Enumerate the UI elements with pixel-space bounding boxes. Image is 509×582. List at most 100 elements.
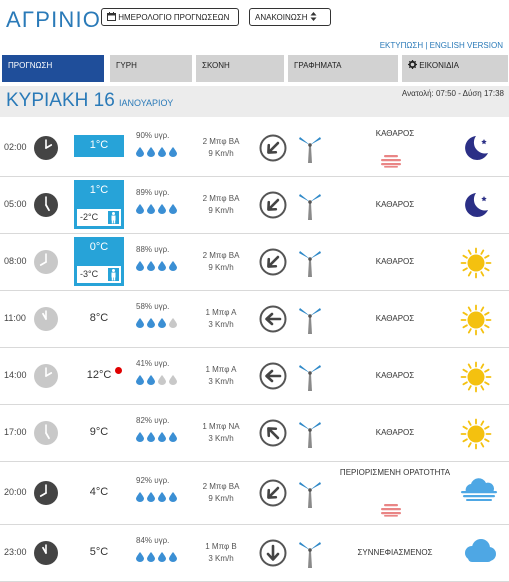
wind-beaufort: 2 Μπφ ΒΑ — [202, 194, 240, 203]
humidity-drops — [136, 372, 180, 390]
wind-direction-icon — [259, 305, 287, 338]
humidity-drops — [136, 315, 180, 333]
water-drop-icon — [136, 429, 144, 446]
water-drop-icon — [158, 201, 166, 218]
water-drop-icon — [136, 144, 144, 161]
wind-kmh: 3 Km/h — [208, 377, 234, 386]
water-drop-icon — [169, 429, 177, 446]
wind-kmh: 3 Km/h — [208, 320, 234, 329]
tab-forecast[interactable]: ΠΡΟΓΝΩΣΗ — [2, 55, 104, 82]
weather-condition: ΚΑΘΑΡΟΣ — [375, 314, 415, 323]
english-version-link[interactable]: ENGLISH VERSION — [430, 41, 503, 50]
clock-icon — [34, 421, 58, 450]
sun-icon — [460, 361, 492, 398]
tab-forecast-label: ΠΡΟΓΝΩΣΗ — [8, 61, 53, 70]
person-icon — [108, 268, 119, 281]
wind-info: 2 Μπφ ΒΑ 9 Km/h — [180, 193, 262, 217]
wind-direction-icon — [259, 479, 287, 512]
water-drop-icon — [169, 489, 177, 506]
forecast-row: 23:00 5°C 84% υγρ. 1 Μπφ Β 3 Km/h ΣΥΝΝΕΦΙΑΣΜΕ… — [0, 524, 509, 582]
weather-condition: ΚΑΘΑΡΟΣ — [375, 257, 415, 266]
tab-bar: ΠΡΟΓΝΩΣΗ ΓΥΡΗ ΣΚΟΝΗ ΓΡΑΦΗΜΑΤΑ ΕΙΚΟΝΙΔΙΑ — [2, 55, 508, 82]
water-drop-icon — [158, 429, 166, 446]
wind-info: 1 Μπφ Α 3 Km/h — [180, 364, 262, 388]
wind-info: 1 Μπφ Β 3 Km/h — [180, 541, 262, 565]
person-icon — [108, 211, 119, 224]
wind-direction-icon — [259, 248, 287, 281]
water-drop-icon — [136, 372, 144, 389]
feels-like-temperature: -3°C — [77, 266, 121, 283]
row-time: 11:00 — [4, 313, 26, 323]
row-time: 05:00 — [4, 199, 27, 209]
tab-charts-label: ΓΡΑΦΗΜΑΤΑ — [294, 61, 342, 70]
row-temperature: 9°C — [89, 426, 109, 438]
water-drop-icon — [169, 372, 177, 389]
clock-icon — [34, 250, 58, 279]
wind-beaufort: 1 Μπφ Β — [205, 542, 237, 551]
wind-kmh: 9 Km/h — [208, 494, 234, 503]
humidity-value: 90% υγρ. — [136, 131, 170, 140]
sun-icon — [460, 418, 492, 455]
day-month: ΙΑΝΟΥΑΡΙΟΥ — [119, 98, 174, 108]
max-temperature-dot — [115, 367, 122, 374]
wind-direction-icon — [259, 539, 287, 572]
feels-like-value: -2°C — [80, 212, 99, 222]
clock-icon — [34, 364, 58, 393]
wind-info: 1 Μπφ ΝΑ 3 Km/h — [180, 421, 262, 445]
humidity-value: 58% υγρ. — [136, 302, 170, 311]
water-drop-icon — [169, 315, 177, 332]
temperature-box: 1°C -2°C — [74, 180, 124, 229]
forecast-row: 02:00 1°C 90% υγρ. 2 Μπφ ΒΑ 9 Km/h ΚΑΘΑΡΟΣ — [0, 119, 509, 177]
sun-icon — [460, 304, 492, 341]
tab-pollen[interactable]: ΓΥΡΗ — [110, 55, 192, 82]
announcement-label: ΑΝΑΚΟΙΝΩΣΗ — [255, 13, 308, 22]
water-drop-icon — [147, 489, 155, 506]
humidity-value: 82% υγρ. — [136, 416, 170, 425]
water-drop-icon — [147, 549, 155, 566]
humidity-drops — [136, 144, 180, 162]
humidity-value: 41% υγρ. — [136, 359, 170, 368]
water-drop-icon — [158, 258, 166, 275]
announcement-button[interactable]: ΑΝΑΚΟΙΝΩΣΗ — [249, 8, 331, 26]
gear-icon — [408, 60, 417, 69]
weather-condition: ΚΑΘΑΡΟΣ — [375, 428, 415, 437]
forecast-row: 11:00 8°C 58% υγρ. 1 Μπφ Α 3 Km/h ΚΑΘΑΡΟΣ — [0, 290, 509, 348]
print-link[interactable]: ΕΚΤΥΠΩΣΗ — [380, 41, 423, 50]
water-drop-icon — [147, 258, 155, 275]
humidity-drops — [136, 258, 180, 276]
wind-kmh: 3 Km/h — [208, 554, 234, 563]
water-drop-icon — [147, 201, 155, 218]
wind-direction-icon — [259, 134, 287, 167]
water-drop-icon — [147, 315, 155, 332]
forecast-row: 14:00 12°C 41% υγρ. 1 Μπφ Α3 Km/h ΚΑΘΑΡΟΣ — [0, 347, 509, 405]
fog-icon — [460, 478, 498, 507]
tab-dust[interactable]: ΣΚΟΝΗ — [196, 55, 284, 82]
tab-icons[interactable]: ΕΙΚΟΝΙΔΙΑ — [402, 55, 508, 82]
moon-icon — [460, 190, 492, 225]
water-drop-icon — [147, 429, 155, 446]
tab-dust-label: ΣΚΟΝΗ — [202, 61, 230, 70]
forecast-calendar-label: ΗΜΕΡΟΛΟΓΙΟ ΠΡΟΓΝΩΣΕΩΝ — [118, 13, 230, 22]
wind-kmh: 9 Km/h — [208, 263, 234, 272]
wind-turbine-icon — [298, 247, 322, 282]
wind-kmh: 9 Km/h — [208, 149, 234, 158]
wind-turbine-icon — [298, 538, 322, 573]
water-drop-icon — [158, 372, 166, 389]
clock-icon — [34, 307, 58, 336]
temperature-box: 0°C -3°C — [74, 237, 124, 286]
sort-arrows-icon — [310, 12, 317, 21]
water-drop-icon — [136, 258, 144, 275]
city-title: ΑΓΡΙΝΙΟ — [6, 7, 102, 32]
forecast-calendar-button[interactable]: ΗΜΕΡΟΛΟΓΙΟ ΠΡΟΓΝΩΣΕΩΝ — [101, 8, 239, 26]
humidity-value: 84% υγρ. — [136, 536, 170, 545]
tab-charts[interactable]: ΓΡΑΦΗΜΑΤΑ — [288, 55, 398, 82]
humidity-drops — [136, 489, 180, 507]
cloud-icon — [460, 538, 498, 571]
wind-beaufort: 2 Μπφ ΒΑ — [202, 251, 240, 260]
wind-direction-icon — [259, 362, 287, 395]
clock-icon — [34, 193, 58, 222]
row-temperature: 4°C — [89, 486, 109, 498]
wind-turbine-icon — [298, 418, 322, 453]
sunrise-sunset: Ανατολή: 07:50 - Δύση 17:38 — [401, 89, 504, 98]
row-temperature: 8°C — [89, 312, 109, 324]
